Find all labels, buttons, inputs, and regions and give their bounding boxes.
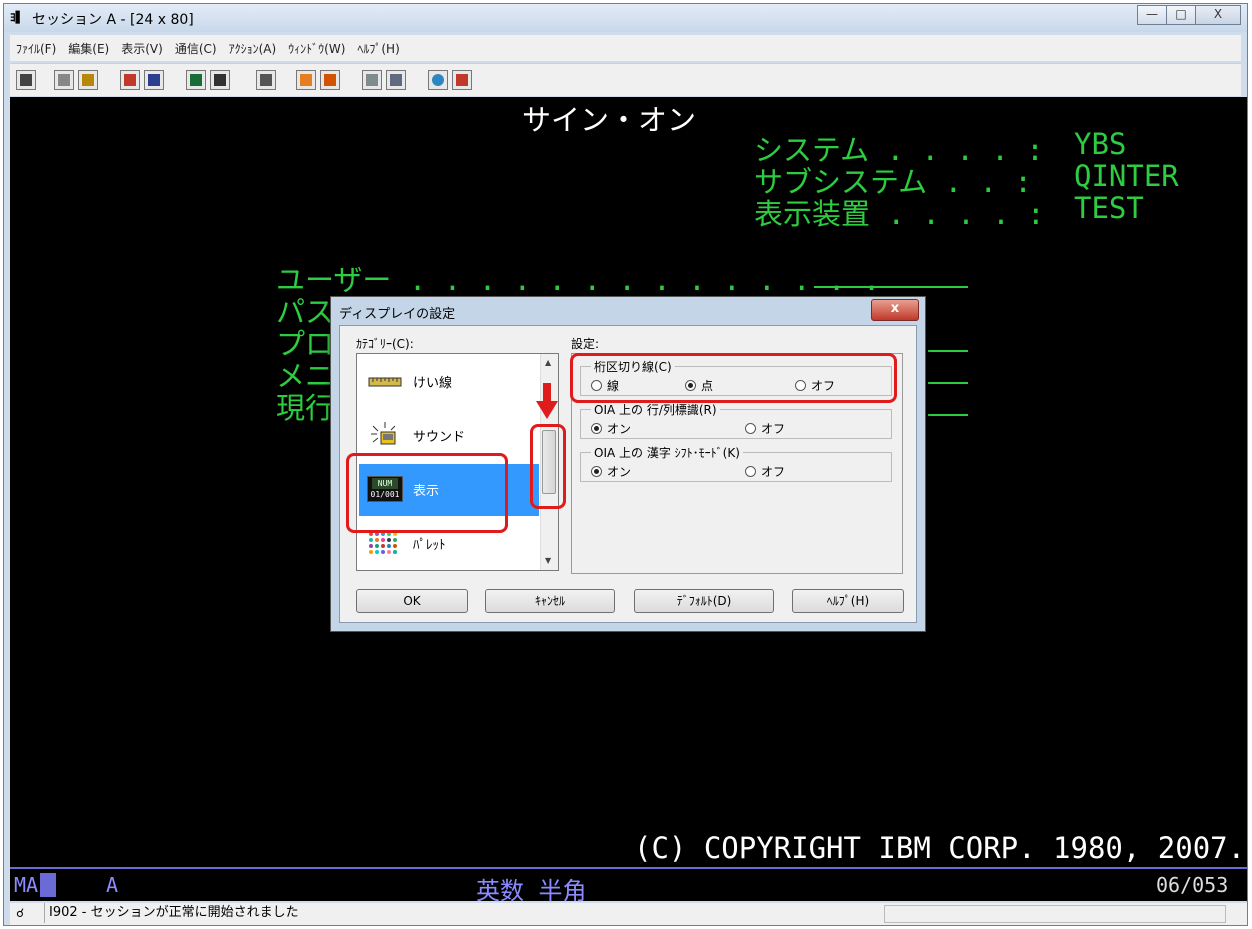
user-input-field[interactable]: [814, 286, 968, 288]
oia-status: MA: [14, 873, 39, 897]
record-icon[interactable]: [296, 70, 316, 90]
radio-off[interactable]: オフ: [745, 420, 785, 437]
display-icon[interactable]: [186, 70, 206, 90]
connection-icon: ☌: [16, 906, 25, 920]
dialog-close-button[interactable]: x: [871, 299, 919, 321]
session-config-icon[interactable]: [386, 70, 406, 90]
device-label: 表示装置 . . . . :: [754, 197, 1045, 231]
highlight-display-category: [346, 453, 508, 533]
paste-icon[interactable]: [78, 70, 98, 90]
group-title: OIA 上の 行/列標識(R): [591, 401, 720, 418]
status-bar: ☌ I902 - セッションが正常に開始されました: [10, 903, 1247, 925]
radio-on[interactable]: オン: [591, 463, 631, 480]
sound-icon: [371, 422, 396, 445]
scroll-down-arrow[interactable]: ▼: [545, 556, 551, 565]
copyright-text: (C) COPYRIGHT IBM CORP. 1980, 2007.: [634, 831, 1246, 865]
menu-view[interactable]: 表示(V): [115, 40, 169, 57]
menu-bar: ﾌｧｲﾙ(F) 編集(E) 表示(V) 通信(C) ｱｸｼｮﾝ(A) ｳｨﾝﾄﾞ…: [10, 35, 1241, 61]
oia-kanji-shift-group: OIA 上の 漢字 ｼﾌﾄ･ﾓｰﾄﾞ(K) オン オフ: [580, 444, 892, 482]
scroll-up-arrow[interactable]: ▲: [545, 358, 551, 367]
radio-off[interactable]: オフ: [745, 463, 785, 480]
status-panel: [884, 905, 1226, 923]
group-title: OIA 上の 漢字 ｼﾌﾄ･ﾓｰﾄﾞ(K): [591, 444, 743, 461]
menu-window[interactable]: ｳｨﾝﾄﾞｳ(W): [282, 40, 351, 57]
category-item-keisen[interactable]: けい線: [359, 356, 539, 408]
ruler-icon: [368, 377, 402, 387]
play-icon[interactable]: [320, 70, 340, 90]
category-name: けい線: [413, 376, 453, 391]
signon-heading: サイン・オン: [522, 103, 697, 137]
keyboard-icon[interactable]: [210, 70, 230, 90]
oia-line: MA A 英数 半角 06/053: [10, 867, 1247, 905]
minimize-button[interactable]: —: [1137, 5, 1167, 25]
maximize-button[interactable]: □: [1166, 5, 1196, 25]
menu-action[interactable]: ｱｸｼｮﾝ(A): [223, 40, 283, 57]
cancel-button[interactable]: ｷｬﾝｾﾙ: [485, 589, 615, 613]
globe-icon[interactable]: [428, 70, 448, 90]
menu-file[interactable]: ﾌｧｲﾙ(F): [10, 40, 62, 57]
highlight-scrollbar: [530, 424, 566, 509]
ok-button[interactable]: OK: [356, 589, 468, 613]
close-button[interactable]: X: [1195, 5, 1241, 25]
window-title: セッション A - [24 x 80]: [32, 12, 194, 28]
oia-input-mode: 英数 半角: [476, 877, 587, 905]
settings-label: 設定:: [571, 337, 600, 351]
category-name: ﾊﾟﾚｯﾄ: [413, 538, 446, 553]
dialog-title: ディスプレイの設定: [339, 307, 456, 322]
system-value: YBS: [1074, 127, 1127, 161]
title-bar: ﾖ▌ セッション A - [24 x 80] — □ X: [4, 4, 1247, 32]
menu-help[interactable]: ﾍﾙﾌﾟ(H): [351, 40, 405, 57]
user-label: ユーザー . . . . . . . . . . . . . .: [276, 263, 881, 297]
oia-mode: A: [106, 873, 119, 897]
oia-cursor-position: 06/053: [1156, 873, 1229, 897]
highlight-column-separator: [570, 353, 897, 403]
category-label: ｶﾃｺﾞﾘｰ(C):: [356, 337, 414, 351]
toolbar: [10, 63, 1241, 96]
copy-icon[interactable]: [54, 70, 74, 90]
palette-icon: [369, 532, 397, 554]
subsystem-value: QINTER: [1074, 159, 1179, 193]
device-value: TEST: [1074, 191, 1144, 225]
session-icon: ﾖ▌: [10, 11, 24, 24]
current-library-label: 現行: [276, 391, 335, 425]
print-screen-icon[interactable]: [16, 70, 36, 90]
edit-icon[interactable]: [452, 70, 472, 90]
oia-row-column-group: OIA 上の 行/列標識(R) オン オフ: [580, 401, 892, 439]
radio-on[interactable]: オン: [591, 420, 631, 437]
arrow-down-icon: [536, 383, 558, 419]
default-button[interactable]: ﾃﾞﾌｫﾙﾄ(D): [634, 589, 774, 613]
menu-input-field[interactable]: [928, 382, 968, 384]
category-name: サウンド: [413, 430, 466, 445]
menu-edit[interactable]: 編集(E): [62, 40, 115, 57]
status-message: I902 - セッションが正常に開始されました: [44, 903, 889, 923]
menu-communication[interactable]: 通信(C): [169, 40, 223, 57]
current-library-input-field[interactable]: [928, 414, 968, 416]
send-file-icon[interactable]: [120, 70, 140, 90]
session-setup-icon[interactable]: [362, 70, 382, 90]
program-input-field[interactable]: [928, 350, 968, 352]
help-button[interactable]: ﾍﾙﾌﾟ(H): [792, 589, 904, 613]
receive-file-icon[interactable]: [144, 70, 164, 90]
macro-icon[interactable]: [256, 70, 276, 90]
cursor-block: [40, 873, 56, 897]
